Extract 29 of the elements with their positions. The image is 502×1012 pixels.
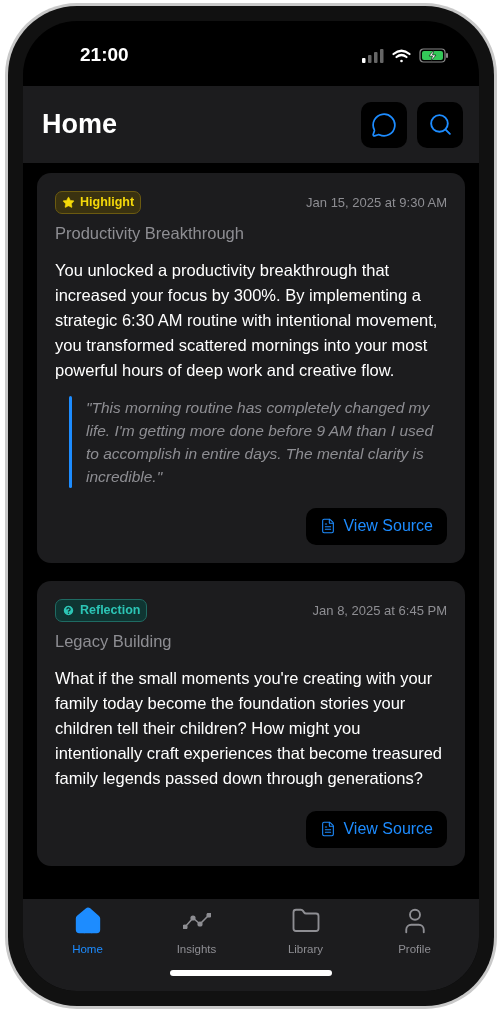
view-source-button[interactable]: View Source: [306, 810, 447, 848]
view-source-button[interactable]: View Source: [306, 507, 447, 545]
category-badge: Reflection: [55, 598, 148, 622]
search-icon: [427, 112, 453, 137]
search-button[interactable]: [417, 101, 463, 148]
line-chart-icon: [182, 913, 211, 929]
signal-icon: [362, 48, 384, 63]
question-icon: [62, 603, 75, 617]
document-icon: [320, 518, 337, 535]
card-body: You unlocked a productivity breakthrough that increased your focus by 300%. By implementing a strategic 6:30 AM routine with intentional movement, you transformed scattered mornings into your most powerful hours of deep work and creative flow.: [55, 259, 439, 381]
card-date: Jan 8, 2025 at 6:45 PM: [312, 601, 447, 620]
chat-bubble-icon: [371, 111, 397, 138]
card-date: Jan 15, 2025 at 9:30 AM: [306, 193, 447, 212]
tab-item[interactable]: Insights: [161, 905, 232, 959]
category-badge: Highlight: [55, 191, 142, 214]
battery-icon: [419, 48, 449, 63]
quote-text: "This morning routine has completely changed my life. I'm getting more done before 9 AM than I used to accomplish in entire days. The mental clarity is incredible.": [86, 397, 435, 487]
chat-button[interactable]: [361, 101, 407, 148]
document-icon: [320, 821, 337, 837]
card-title: Productivity Breakthrough: [55, 223, 245, 244]
card-title: Legacy Building: [55, 630, 173, 652]
star-icon: [62, 196, 75, 209]
tab-item[interactable]: Profile: [379, 905, 450, 959]
tab-item[interactable]: Library: [270, 905, 341, 959]
card-body: What if the small moments you're creating with your family today become the foundation stories your children tell their children? How might you intentionally craft experiences that become treasured family legends passed down through generations?: [55, 667, 444, 789]
status-time: 21:00: [80, 43, 129, 68]
wifi-icon: [392, 48, 411, 63]
tab-item[interactable]: Home: [52, 905, 123, 959]
page-title: Home: [42, 108, 117, 142]
